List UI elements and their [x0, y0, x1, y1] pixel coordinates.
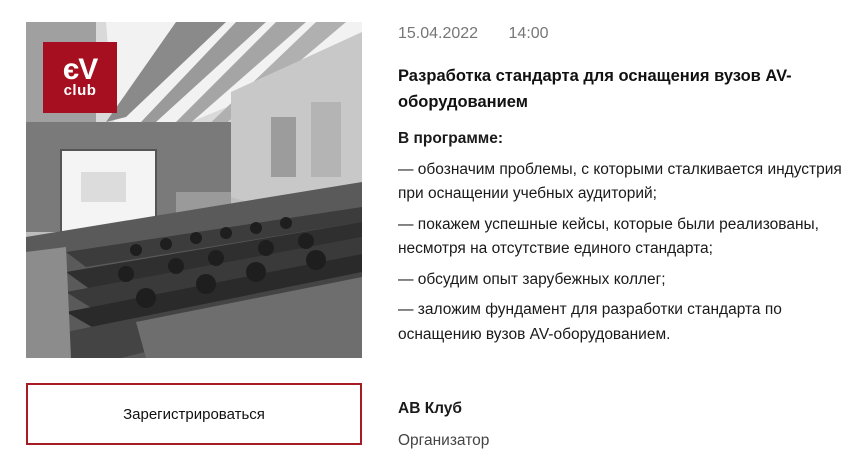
program-item: — покажем успешные кейсы, которые были р…	[398, 215, 819, 258]
program-item: — обозначим проблемы, с которыми сталкив…	[398, 160, 842, 203]
event-time: 14:00	[508, 25, 549, 42]
organizer-role: Организатор	[398, 432, 490, 449]
logo-mark: єV	[62, 52, 99, 86]
program-item: — заложим фундамент для разработки станд…	[398, 301, 782, 343]
organizer-name: АВ Клуб	[398, 400, 462, 417]
program-heading: В программе:	[398, 130, 504, 147]
event-program: В программе: — обозначим проблемы, с кот…	[398, 127, 843, 353]
event-meta: 15.04.2022 14:00	[398, 25, 575, 43]
register-button[interactable]: Зарегистрироваться	[26, 383, 362, 445]
logo-text: club	[63, 81, 97, 99]
program-item: — обсудим опыт зарубежных коллег;	[398, 270, 666, 288]
av-club-logo: єV club	[43, 42, 117, 113]
event-title: Разработка стандарта для оснащения вузов…	[398, 67, 792, 111]
event-date: 15.04.2022	[398, 25, 479, 42]
